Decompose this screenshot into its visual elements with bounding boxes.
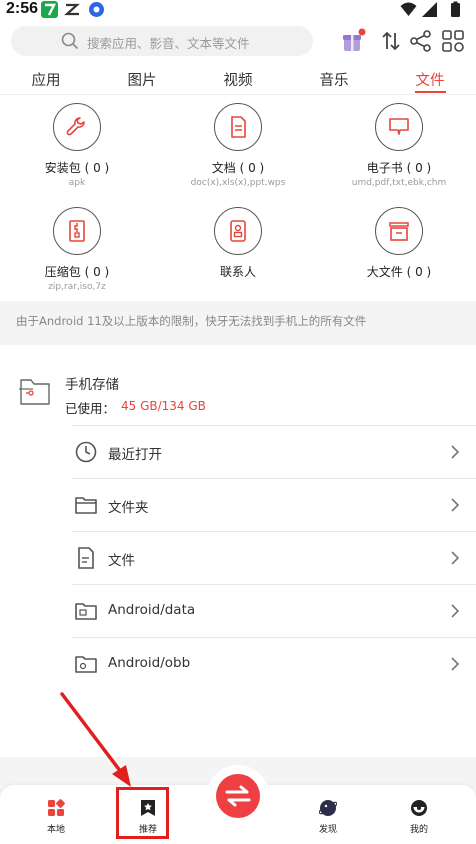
category-apk-circle: [53, 103, 101, 151]
nav-discover[interactable]: 发现: [298, 785, 358, 844]
tab-videos[interactable]: 视频: [208, 69, 268, 90]
row-android-obb[interactable]: Android/obb: [72, 637, 476, 690]
folder-icon: [75, 497, 97, 514]
ebook-icon: [389, 118, 409, 135]
profile-icon: [411, 800, 427, 816]
category-contacts-label: 联系人: [219, 265, 256, 279]
row-folders[interactable]: 文件夹: [72, 478, 476, 531]
category-documents[interactable]: 文档 ( 0 ) doc(x),xls(x),ppt,wps: [163, 95, 313, 195]
nav-discover-label: 发现: [318, 825, 337, 835]
archive-icon: [69, 220, 85, 242]
folder-obb-icon: [75, 656, 97, 673]
swap-arrows-icon: [225, 785, 251, 807]
share-icon[interactable]: [408, 28, 434, 54]
active-tab-underline: [415, 91, 446, 93]
nav-profile[interactable]: 我的: [389, 785, 449, 844]
category-ebooks-circle: [375, 103, 423, 151]
clock-icon: [75, 441, 97, 463]
category-archives[interactable]: 压缩包 ( 0 ) zip,rar,iso,7z: [2, 199, 152, 299]
battery-icon: [451, 1, 460, 17]
storage-used-label: 已使用：: [65, 401, 116, 416]
category-documents-circle: [214, 103, 262, 151]
app-7-icon: [41, 1, 58, 18]
category-apk-label: 安装包 ( 0 ): [44, 161, 110, 175]
category-archives-circle: [53, 207, 101, 255]
phone-storage-section: 手机存储 已使用： 45 GB/134 GB 最近打开 文件夹 文件 Andro…: [0, 345, 476, 757]
category-large-files[interactable]: 大文件 ( 0 ): [324, 199, 474, 299]
chevron-right-icon: [451, 604, 460, 618]
tab-images[interactable]: 图片: [112, 69, 172, 90]
android-11-notice: 由于Android 11及以上版本的限制，快牙无法找到手机上的所有文件: [0, 301, 476, 342]
phone-storage-icon: [19, 379, 50, 405]
app-root: 2:56 搜索应用、影音、文本等文件 应用 图片 视频 音乐 文件 安装包 (…: [0, 0, 476, 844]
chevron-right-icon: [451, 445, 460, 459]
file-category-grid: 安装包 ( 0 ) apk 文档 ( 0 ) doc(x),xls(x),ppt…: [0, 95, 476, 301]
app-chat-icon: [89, 2, 104, 17]
wifi-icon: [400, 2, 417, 16]
document-icon: [231, 116, 246, 138]
chevron-right-icon: [451, 498, 460, 512]
category-documents-sub: doc(x),xls(x),ppt,wps: [190, 178, 286, 188]
category-large-files-label: 大文件 ( 0 ): [366, 265, 432, 279]
transfer-icon[interactable]: [378, 28, 404, 54]
tab-files[interactable]: 文件: [400, 69, 460, 90]
contacts-icon: [230, 220, 246, 242]
notice-text: 由于Android 11及以上版本的限制，快牙无法找到手机上的所有文件: [16, 314, 367, 328]
category-contacts[interactable]: 联系人: [163, 199, 313, 299]
nav-profile-label: 我的: [409, 825, 428, 835]
search-placeholder: 搜索应用、影音、文本等文件: [87, 36, 250, 51]
signal-icon: [422, 2, 437, 17]
nav-local-label: 本地: [46, 825, 65, 835]
category-apk-sub: apk: [68, 178, 86, 188]
tab-music[interactable]: 音乐: [304, 69, 364, 90]
chevron-right-icon: [451, 551, 460, 565]
storage-title: 手机存储: [65, 377, 119, 393]
category-ebooks-label: 电子书 ( 0 ): [366, 161, 432, 175]
row-android-obb-label: Android/obb: [108, 655, 191, 671]
top-header: 搜索应用、影音、文本等文件: [0, 20, 476, 62]
search-icon: [61, 32, 79, 50]
nav-local[interactable]: 本地: [26, 785, 86, 844]
folder-data-icon: [75, 603, 97, 620]
category-ebooks-sub: umd,pdf,txt,ebk,chm: [351, 178, 447, 188]
row-android-data-label: Android/data: [108, 602, 196, 618]
category-archives-label: 压缩包 ( 0 ): [44, 265, 110, 279]
row-android-data[interactable]: Android/data: [72, 584, 476, 637]
storage-used-value: 45 GB/134 GB: [121, 399, 206, 413]
gift-icon[interactable]: [340, 28, 366, 54]
chevron-right-icon: [451, 657, 460, 671]
menu-grid-icon[interactable]: [440, 28, 466, 54]
row-files[interactable]: 文件: [72, 531, 476, 584]
wrench-icon: [66, 117, 85, 136]
category-apk[interactable]: 安装包 ( 0 ) apk: [2, 95, 152, 195]
category-ebooks[interactable]: 电子书 ( 0 ) umd,pdf,txt,ebk,chm: [324, 95, 474, 195]
local-icon: [48, 799, 65, 816]
category-tabs: 应用 图片 视频 音乐 文件: [0, 62, 476, 95]
transfer-center-button[interactable]: [216, 774, 260, 818]
row-files-label: 文件: [108, 553, 135, 569]
row-folders-label: 文件夹: [108, 500, 149, 516]
category-documents-label: 文档 ( 0 ): [211, 161, 265, 175]
tab-apps[interactable]: 应用: [16, 69, 76, 90]
annotation-highlight-box: [116, 787, 169, 839]
status-bar: 2:56: [0, 0, 476, 20]
category-contacts-circle: [214, 207, 262, 255]
discover-icon: [319, 800, 337, 816]
status-time: 2:56: [6, 0, 39, 17]
search-input[interactable]: 搜索应用、影音、文本等文件: [11, 26, 313, 56]
category-large-files-circle: [375, 207, 423, 255]
file-icon: [78, 547, 94, 569]
category-archives-sub: zip,rar,iso,7z: [48, 282, 106, 292]
large-file-icon: [389, 222, 409, 241]
row-recent[interactable]: 最近打开: [72, 425, 476, 478]
row-recent-label: 最近打开: [108, 447, 162, 463]
app-z-icon: [64, 3, 80, 16]
